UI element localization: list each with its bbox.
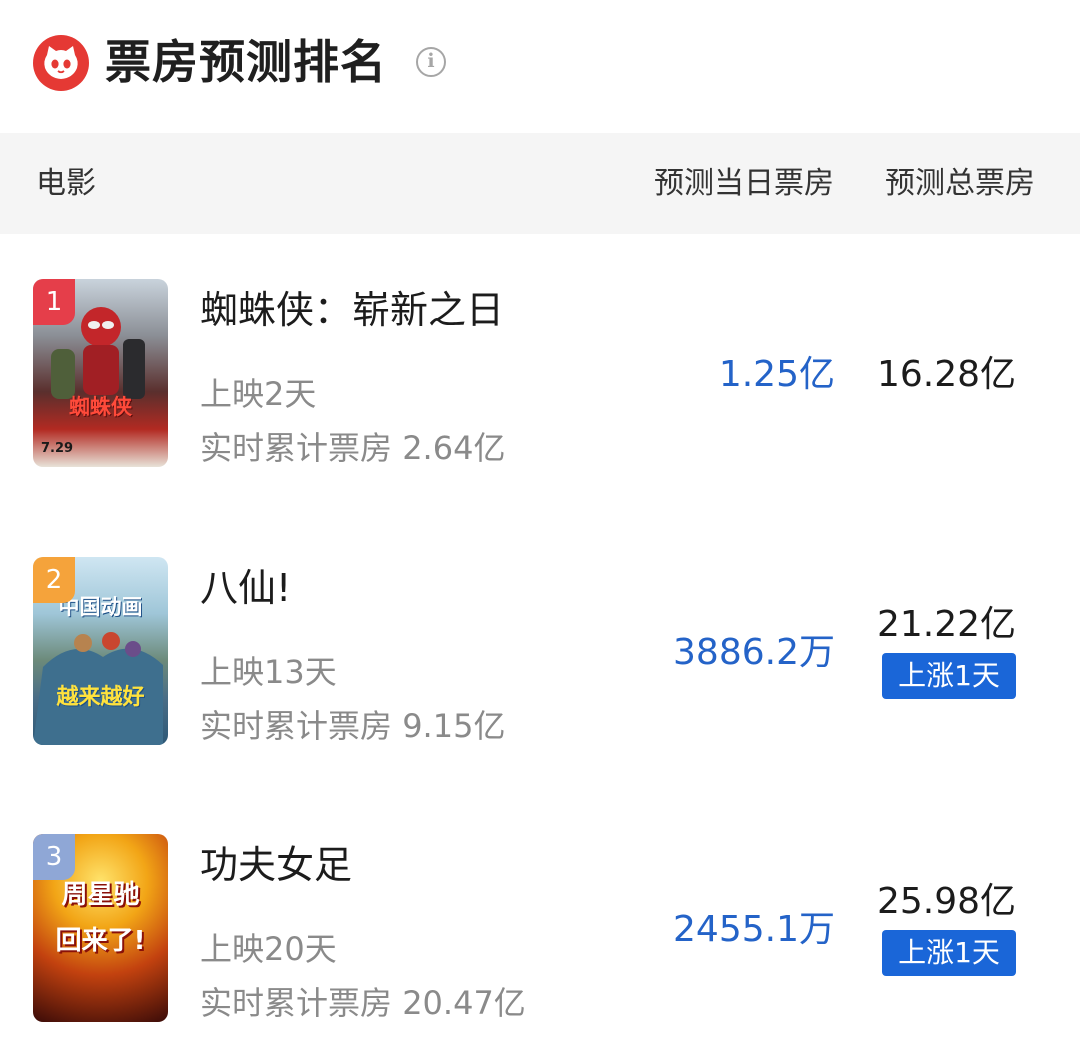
- forecast-total-value: 21.22亿: [876, 604, 1016, 645]
- release-days: 上映2天: [200, 375, 317, 413]
- poster-subtitle: 回来了!: [55, 926, 146, 956]
- rank-badge: 3: [33, 834, 75, 880]
- cumulative-label: 实时累计票房: [200, 429, 393, 467]
- box-office-forecast-page: 票房预测排名 i 电影 预测当日票房 预测总票房 蜘蛛侠 7.29 1 蜘蛛侠：…: [0, 0, 1080, 1056]
- column-forecast-total[interactable]: 预测总票房: [885, 165, 1035, 203]
- column-header-bar: 电影 预测当日票房 预测总票房: [0, 133, 1080, 234]
- forecast-total-value: 25.98亿: [876, 881, 1016, 922]
- cumulative-value: 20.47亿: [402, 984, 526, 1022]
- rank-badge: 2: [33, 557, 75, 603]
- forecast-total-value: 16.28亿: [876, 354, 1016, 395]
- cat-logo-icon: [33, 35, 89, 91]
- column-forecast-today[interactable]: 预测当日票房: [654, 165, 834, 203]
- cumulative-label: 实时累计票房: [200, 984, 393, 1022]
- cumulative-box-office: 实时累计票房 20.47亿: [200, 982, 526, 1024]
- movie-title[interactable]: 蜘蛛侠：崭新之日: [200, 285, 504, 335]
- cumulative-label: 实时累计票房: [200, 707, 393, 745]
- movie-row[interactable]: 中国动画 越来越好 2 八仙! 上映13天 实时累计票房 9.15亿 3886.…: [0, 557, 1080, 807]
- release-days: 上映13天: [200, 653, 337, 691]
- movie-row[interactable]: 周星驰 回来了! 3 功夫女足 上映20天 实时累计票房 20.47亿 2455…: [0, 834, 1080, 1056]
- release-days: 上映20天: [200, 930, 337, 968]
- forecast-today-value: 3886.2万: [673, 632, 835, 673]
- trend-badge: 上涨1天: [882, 653, 1016, 699]
- rank-badge: 1: [33, 279, 75, 325]
- forecast-today-value: 2455.1万: [673, 909, 835, 950]
- movie-title[interactable]: 功夫女足: [200, 840, 352, 890]
- trend-badge: 上涨1天: [882, 930, 1016, 976]
- movie-row[interactable]: 蜘蛛侠 7.29 1 蜘蛛侠：崭新之日 上映2天 实时累计票房 2.64亿 1.…: [0, 279, 1080, 529]
- info-icon[interactable]: i: [416, 47, 446, 77]
- poster-title: 蜘蛛侠: [69, 395, 132, 419]
- poster-date: 7.29: [41, 441, 74, 456]
- forecast-today-value: 1.25亿: [718, 354, 835, 395]
- header: 票房预测排名 i: [0, 0, 1080, 132]
- cumulative-value: 9.15亿: [402, 707, 506, 745]
- movie-title[interactable]: 八仙!: [200, 563, 291, 613]
- cumulative-box-office: 实时累计票房 2.64亿: [200, 427, 505, 469]
- page-title: 票房预测排名: [105, 35, 387, 89]
- cumulative-box-office: 实时累计票房 9.15亿: [200, 705, 505, 747]
- poster-subtitle: 越来越好: [56, 685, 145, 710]
- column-movie: 电影: [36, 166, 96, 201]
- cumulative-value: 2.64亿: [402, 429, 506, 467]
